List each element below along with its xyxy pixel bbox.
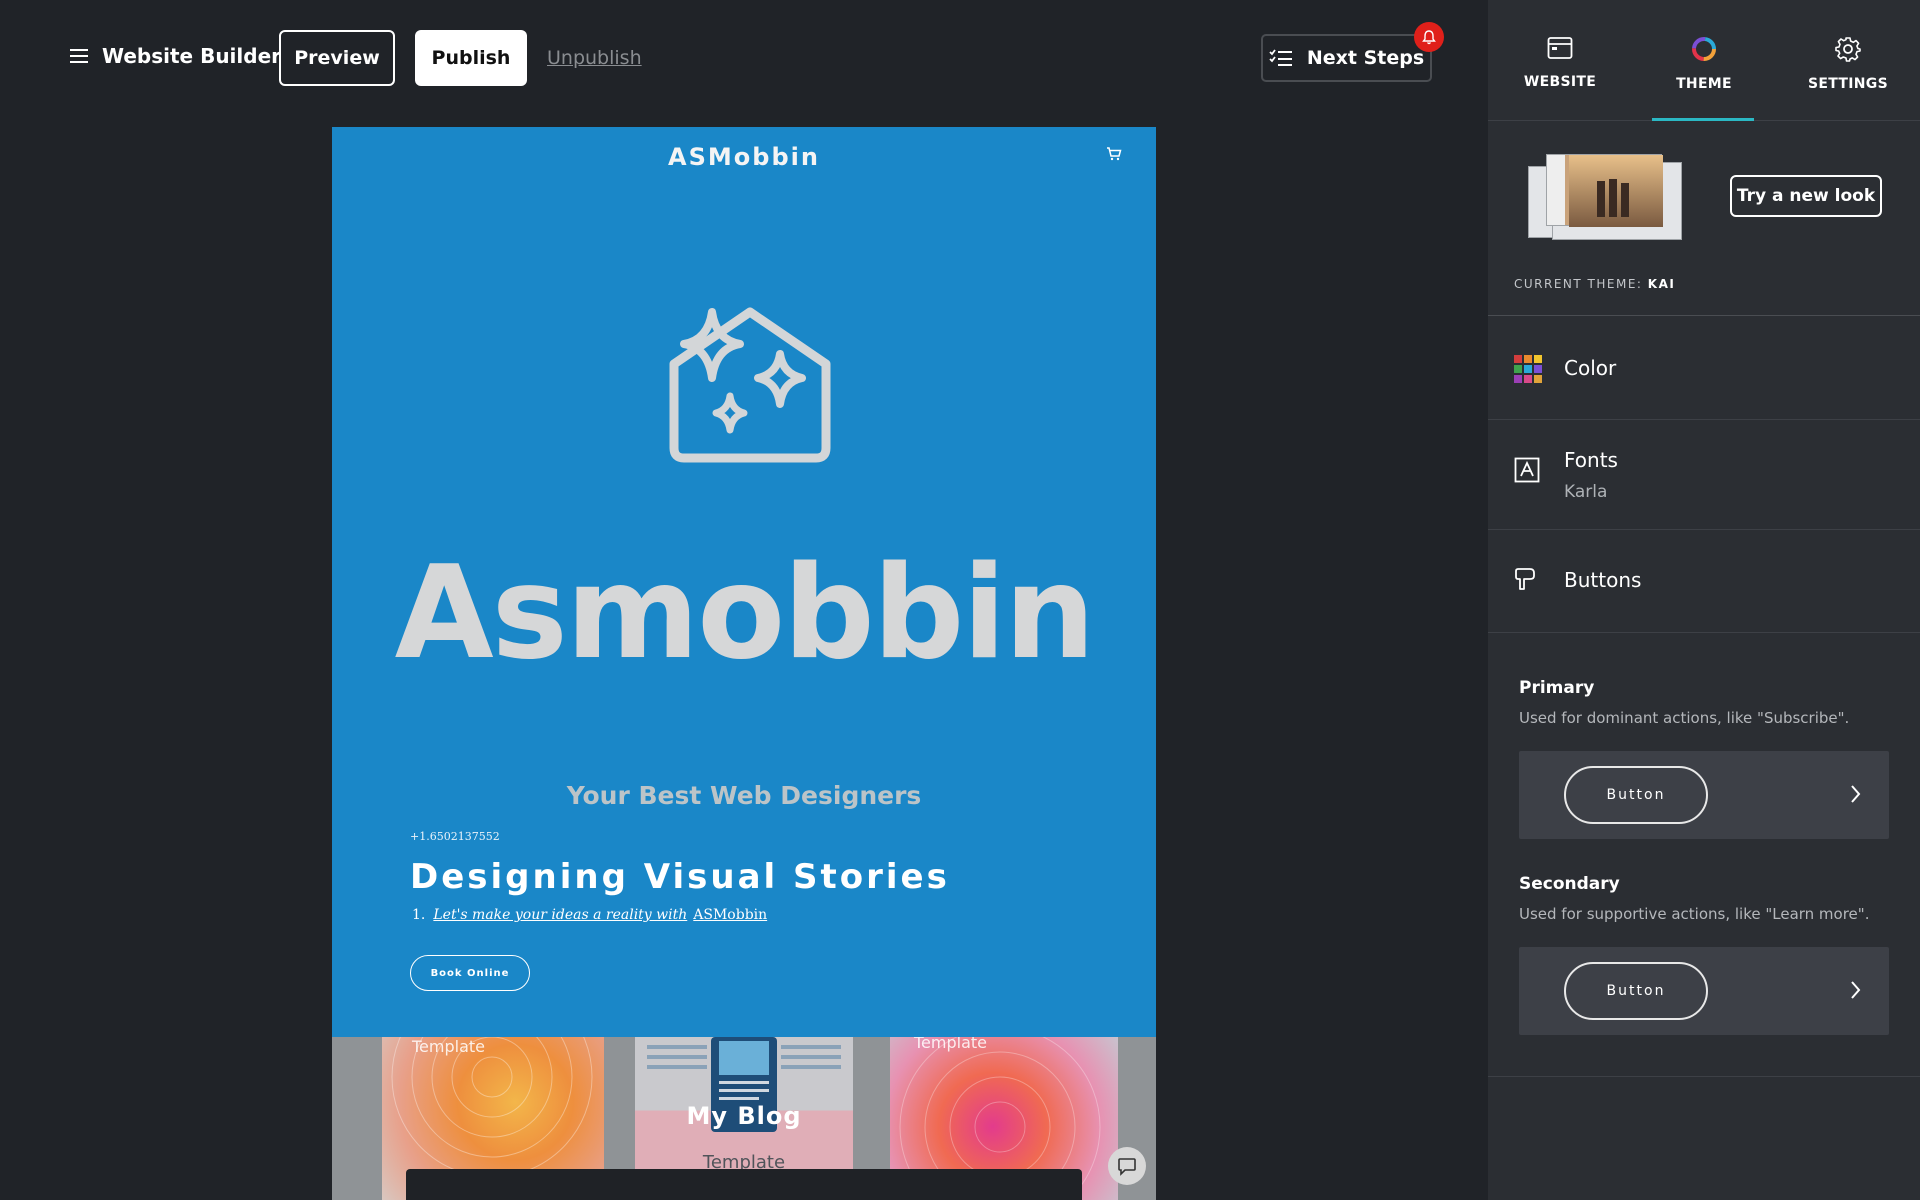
secondary-button-style[interactable]: Button <box>1519 947 1889 1035</box>
card-template-label: Template <box>412 1037 486 1056</box>
gear-icon <box>1835 37 1861 62</box>
sparkle-house-logo-icon <box>669 307 831 463</box>
unpublish-link[interactable]: Unpublish <box>547 47 642 69</box>
fonts-value: Karla <box>1564 482 1608 502</box>
blog-title: My Blog <box>686 1102 802 1130</box>
browser-window-icon <box>1547 37 1573 59</box>
fonts-row[interactable]: Fonts Karla <box>1488 420 1920 530</box>
top-bar: Website Builder Preview Publish Unpublis… <box>0 0 1488 116</box>
color-row[interactable]: Color <box>1488 317 1920 420</box>
secondary-description: Used for supportive actions, like "Learn… <box>1519 905 1870 923</box>
hero-brand-link[interactable]: ASMobbin <box>693 907 767 923</box>
hero-link[interactable]: Let's make your ideas a reality with <box>433 907 687 923</box>
secondary-sample-button: Button <box>1564 962 1708 1020</box>
current-theme-label: CURRENT THEME: KAI <box>1514 277 1675 291</box>
hero-title: Designing Visual Stories <box>410 857 950 897</box>
chevron-right-icon <box>1851 981 1861 999</box>
current-theme-value: KAI <box>1647 277 1676 291</box>
site-header: ASMobbin <box>332 127 1156 187</box>
publish-button[interactable]: Publish <box>415 30 527 86</box>
tab-theme-label: THEME <box>1676 76 1732 92</box>
tab-theme[interactable]: THEME <box>1632 0 1776 121</box>
cart-icon[interactable] <box>1106 147 1122 161</box>
website-builder-menu[interactable]: Website Builder <box>70 44 281 68</box>
app-title: Website Builder <box>102 44 282 68</box>
current-theme-prefix: CURRENT THEME: <box>1514 277 1643 291</box>
panel-tabs: WEBSITE THEME SETTINGS <box>1488 0 1920 121</box>
primary-description: Used for dominant actions, like "Subscri… <box>1519 709 1850 727</box>
tab-website[interactable]: WEBSITE <box>1488 0 1632 121</box>
theme-thumb-front <box>1546 154 1663 227</box>
checklist-icon <box>1269 49 1292 66</box>
primary-title: Primary <box>1519 678 1595 698</box>
palette-grid-icon <box>1514 355 1542 383</box>
buttons-row[interactable]: Buttons <box>1488 530 1920 633</box>
people-photo-image <box>1569 155 1663 227</box>
next-steps-button[interactable]: Next Steps <box>1261 34 1432 82</box>
phone-number: +1.6502137552 <box>410 830 500 843</box>
theme-thumbnail[interactable] <box>1528 152 1688 252</box>
color-label: Color <box>1564 356 1617 380</box>
cookie-banner <box>406 1169 1082 1200</box>
card-template-label: Template <box>914 1037 988 1052</box>
button-style-icon <box>1515 568 1535 590</box>
hamburger-icon <box>70 49 88 63</box>
fonts-label: Fonts <box>1564 448 1618 472</box>
tab-settings[interactable]: SETTINGS <box>1776 0 1920 121</box>
next-steps-label: Next Steps <box>1306 47 1425 69</box>
try-new-look-button[interactable]: Try a new look <box>1730 175 1882 217</box>
buttons-label: Buttons <box>1564 568 1642 592</box>
theme-panel: WEBSITE THEME SETTINGS Try a new look CU… <box>1488 0 1920 1200</box>
chat-icon[interactable] <box>1108 1147 1146 1185</box>
notification-bell-icon[interactable] <box>1414 22 1444 52</box>
tagline: Your Best Web Designers <box>566 781 922 810</box>
secondary-title: Secondary <box>1519 874 1620 894</box>
preview-button[interactable]: Preview <box>279 30 395 86</box>
primary-sample-button: Button <box>1564 766 1708 824</box>
site-name: ASMobbin <box>668 143 820 171</box>
list-number: 1. <box>412 907 426 923</box>
font-icon <box>1514 457 1540 483</box>
current-theme-section: Try a new look CURRENT THEME: KAI <box>1488 122 1920 316</box>
website-preview[interactable]: ASMobbin Asmobbin Your Best Web Designer… <box>332 127 1156 1200</box>
tab-website-label: WEBSITE <box>1523 74 1597 90</box>
active-tab-indicator <box>1652 118 1754 121</box>
tab-settings-label: SETTINGS <box>1808 76 1888 92</box>
book-online-button[interactable]: Book Online <box>410 955 530 991</box>
brand-wordmark: Asmobbin <box>394 539 1096 688</box>
primary-button-style[interactable]: Button <box>1519 751 1889 839</box>
panel-divider <box>1488 1076 1920 1077</box>
hero-list-item: 1. Let's make your ideas a reality with AS… <box>412 907 767 923</box>
color-wheel-icon <box>1692 37 1716 61</box>
chevron-right-icon <box>1851 785 1861 803</box>
